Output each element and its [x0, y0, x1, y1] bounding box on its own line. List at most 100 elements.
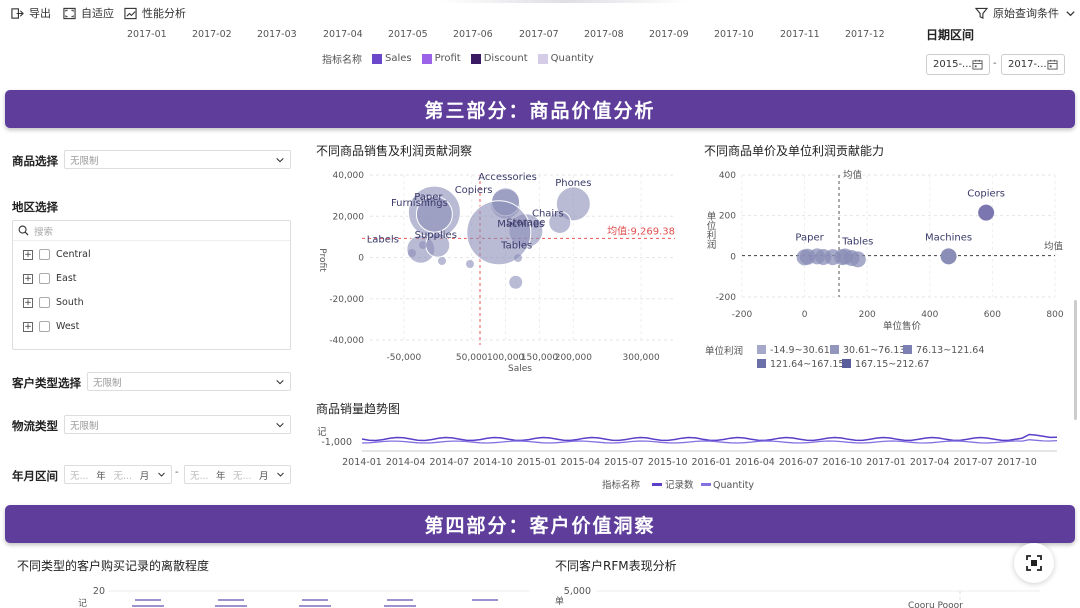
month-tick: 2017-04	[323, 29, 363, 40]
x-axis-label: Sales	[508, 364, 532, 374]
x-tick-label: -50,000	[387, 353, 422, 363]
chevron-down-icon	[277, 472, 284, 477]
x-tick-label: 2017-01	[866, 457, 906, 468]
bubble-small[interactable]	[419, 241, 427, 249]
year-unit: 年	[96, 470, 106, 482]
original-query-button[interactable]: 原始查询条件	[975, 5, 1077, 21]
series-line-records[interactable]	[361, 433, 1058, 442]
region-label: Central	[56, 249, 91, 260]
x-tick-label: 50,000	[456, 353, 488, 363]
bubble-label: Supplies	[415, 230, 457, 241]
end-year-month-select[interactable]: 无... 年 无... 月	[184, 465, 291, 484]
region-label: East	[56, 273, 77, 284]
legend-item-profit[interactable]: Profit	[421, 53, 461, 64]
adaptive-label: 自适应	[81, 7, 114, 20]
expand-plus-icon[interactable]: +	[23, 249, 33, 260]
region-checkbox[interactable]	[39, 249, 50, 260]
perf-analysis-button[interactable]: 性能分析	[124, 5, 186, 21]
region-item-south[interactable]: + South	[23, 297, 84, 308]
page-scrollbar[interactable]	[1074, 300, 1077, 420]
adaptive-icon	[63, 7, 76, 19]
bubble-chart-title: 不同商品销售及利润贡献洞察	[316, 144, 473, 158]
scatter-point-machines[interactable]	[940, 248, 957, 265]
bubble-small[interactable]	[466, 260, 474, 268]
bubble-small[interactable]	[514, 254, 522, 262]
x-tick-label: 2017-10	[997, 457, 1037, 468]
export-icon	[11, 7, 24, 19]
date-range-separator: -	[993, 58, 997, 69]
legend-label: Quantity	[550, 53, 594, 64]
logistics-type-select[interactable]: 无限制	[64, 415, 291, 434]
year-unit: 年	[216, 470, 226, 482]
legend-label: Sales	[385, 53, 412, 64]
y-axis-label: Profit	[317, 248, 327, 272]
trend-chart: 记-1,0002014-01 2014-04 2014-07 2014-10 2015-…	[317, 426, 1058, 491]
bubble-label: Phones	[555, 178, 591, 189]
legend-label: 记录数	[665, 479, 694, 491]
date-start-picker[interactable]: 2015-...	[926, 54, 990, 75]
region-label: West	[56, 321, 80, 332]
section4-charts-partial: 20 记 5,000单 Cooru Pooor	[78, 586, 1040, 608]
start-year-month-select[interactable]: 无... 年 无... 月	[64, 465, 172, 484]
fullscreen-button[interactable]	[1014, 543, 1054, 583]
bubble-tables[interactable]	[508, 274, 524, 290]
legend-swatch	[903, 345, 912, 354]
expand-plus-icon[interactable]: +	[23, 273, 33, 284]
region-item-east[interactable]: + East	[23, 273, 77, 284]
scatter-point[interactable]	[849, 251, 866, 268]
top-chart-legend: 指标名称 Sales Profit Discount Quantity	[322, 51, 594, 66]
month-tick: 2017-02	[192, 29, 232, 40]
legend-label: Profit	[434, 53, 461, 64]
legend-item-discount[interactable]: Discount	[470, 53, 528, 64]
region-checkbox[interactable]	[39, 321, 50, 332]
partial-label: Cooru Pooor	[908, 601, 963, 608]
x-tick-label: 2017-04	[910, 457, 950, 468]
bubble-machines[interactable]	[466, 200, 532, 266]
legend-swatch	[537, 53, 548, 64]
expand-plus-icon[interactable]: +	[23, 297, 33, 308]
legend-item-sales[interactable]: Sales	[372, 53, 412, 64]
region-item-central[interactable]: + Central	[23, 249, 91, 260]
bubble-label: Machines	[497, 219, 544, 230]
bubble-small[interactable]	[408, 249, 416, 257]
mean-label: 均值	[1044, 241, 1064, 253]
x-tick-label: 200,000	[555, 353, 592, 363]
date-range-title: 日期区间	[926, 28, 975, 42]
y-axis-label: 单	[555, 595, 564, 607]
export-button[interactable]: 导出	[11, 5, 51, 21]
bubble-label: Tables	[500, 240, 532, 251]
filter-funnel-icon	[975, 7, 988, 19]
start-month-value: 无...	[113, 470, 133, 482]
legend-label: -14.9~30.61	[770, 345, 830, 356]
point-label: Copiers	[967, 189, 1005, 200]
legend-item-quantity[interactable]: Quantity	[537, 53, 594, 64]
customer-type-label: 客户类型选择	[12, 376, 81, 390]
expand-plus-icon[interactable]: +	[23, 321, 33, 332]
x-tick-label: 2016-01	[691, 457, 731, 468]
scatter-point-copiers[interactable]	[978, 204, 995, 221]
adaptive-button[interactable]: 自适应	[63, 5, 114, 21]
customer-type-select[interactable]: 无限制	[87, 372, 291, 391]
y-tick-label: 0	[358, 254, 364, 264]
y-tick-label: -1,000	[321, 437, 352, 448]
end-year-value: 无...	[190, 470, 209, 482]
section4-title: 第四部分：客户价值洞察	[424, 514, 656, 537]
date-end-picker[interactable]: 2017-...	[1001, 54, 1065, 75]
x-tick-label: 100,000	[487, 353, 524, 363]
product-select[interactable]: 无限制	[64, 150, 291, 169]
chevron-down-icon	[1066, 10, 1075, 16]
y-tick-label: 0	[730, 252, 736, 262]
performance-chart-icon	[124, 7, 137, 19]
bubble-small[interactable]	[438, 257, 446, 265]
region-search[interactable]: 搜索	[13, 221, 290, 241]
month-unit: 月	[259, 470, 269, 482]
region-item-west[interactable]: + West	[23, 321, 79, 332]
x-tick-label: 2015-07	[604, 457, 644, 468]
month-unit: 月	[139, 470, 150, 482]
region-checkbox[interactable]	[39, 297, 50, 308]
legend-title: 单位利润	[705, 345, 743, 357]
fullscreen-icon	[1026, 555, 1042, 571]
mean-label: 均值:9,269.38	[607, 224, 675, 237]
legend-label: 30.61~76.13	[843, 345, 905, 356]
region-checkbox[interactable]	[39, 273, 50, 284]
